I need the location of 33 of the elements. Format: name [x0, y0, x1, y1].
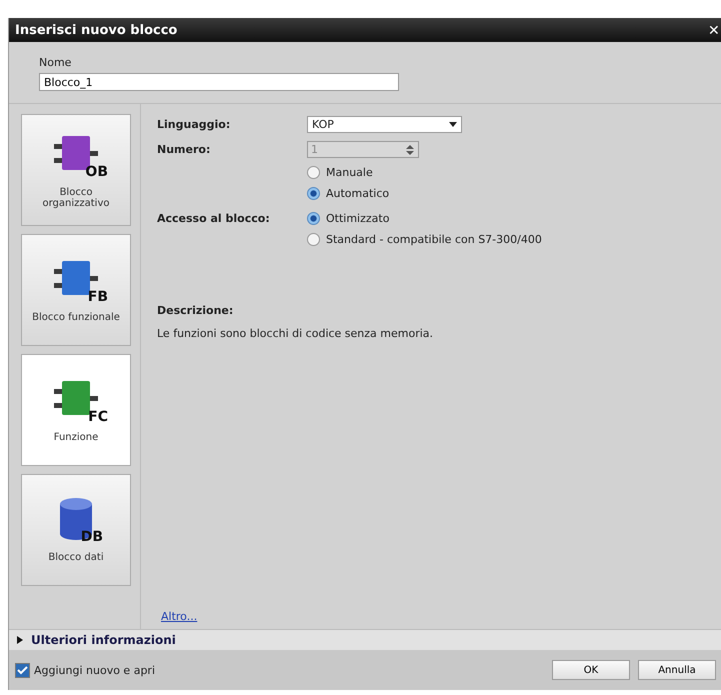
- number-label: Numero:: [157, 143, 212, 156]
- window-title: Inserisci nuovo blocco: [15, 22, 178, 38]
- description-heading: Descrizione:: [157, 304, 234, 317]
- checkbox-label: Aggiungi nuovo e apri: [34, 664, 155, 676]
- radio-label: Automatico: [326, 187, 390, 200]
- description-text: Le funzioni sono blocchi di codice senza memoria.: [157, 327, 434, 340]
- block-type-tile[interactable]: DB Blocco dati: [21, 474, 131, 586]
- radio-button[interactable]: [307, 212, 320, 225]
- radio-button[interactable]: [307, 233, 320, 246]
- dropdown-arrow-icon: [449, 122, 457, 127]
- block-type-tile[interactable]: OB Blocco organizzativo: [21, 114, 131, 226]
- block-type-code: FC: [88, 409, 108, 425]
- language-label: Linguaggio:: [157, 118, 232, 131]
- more-link[interactable]: Altro...: [161, 610, 198, 623]
- language-dropdown[interactable]: KOP: [307, 116, 462, 133]
- radio-label: Standard - compatibile con S7-300/400: [326, 233, 542, 246]
- radio-label: Manuale: [326, 166, 373, 179]
- access-label: Accesso al blocco:: [157, 212, 271, 225]
- dialog-button[interactable]: OK: [552, 660, 630, 680]
- close-button[interactable]: ✕: [706, 22, 721, 38]
- name-label: Nome: [39, 56, 72, 69]
- block-type-tile[interactable]: FC Funzione: [21, 354, 131, 466]
- block-type-code: FB: [88, 289, 108, 305]
- block-type-code: DB: [80, 529, 103, 545]
- checkbox[interactable]: [15, 662, 30, 678]
- more-info-bar[interactable]: Ulteriori informazioni: [9, 629, 721, 650]
- block-type-tile[interactable]: FB Blocco funzionale: [21, 234, 131, 346]
- expand-triangle-icon: [17, 636, 23, 644]
- spin-arrows-icon: [405, 144, 415, 156]
- dialog-button[interactable]: Annulla: [638, 660, 716, 680]
- radio-label: Ottimizzato: [326, 212, 390, 225]
- block-type-code: OB: [85, 164, 108, 180]
- name-field[interactable]: Blocco_1: [39, 73, 399, 91]
